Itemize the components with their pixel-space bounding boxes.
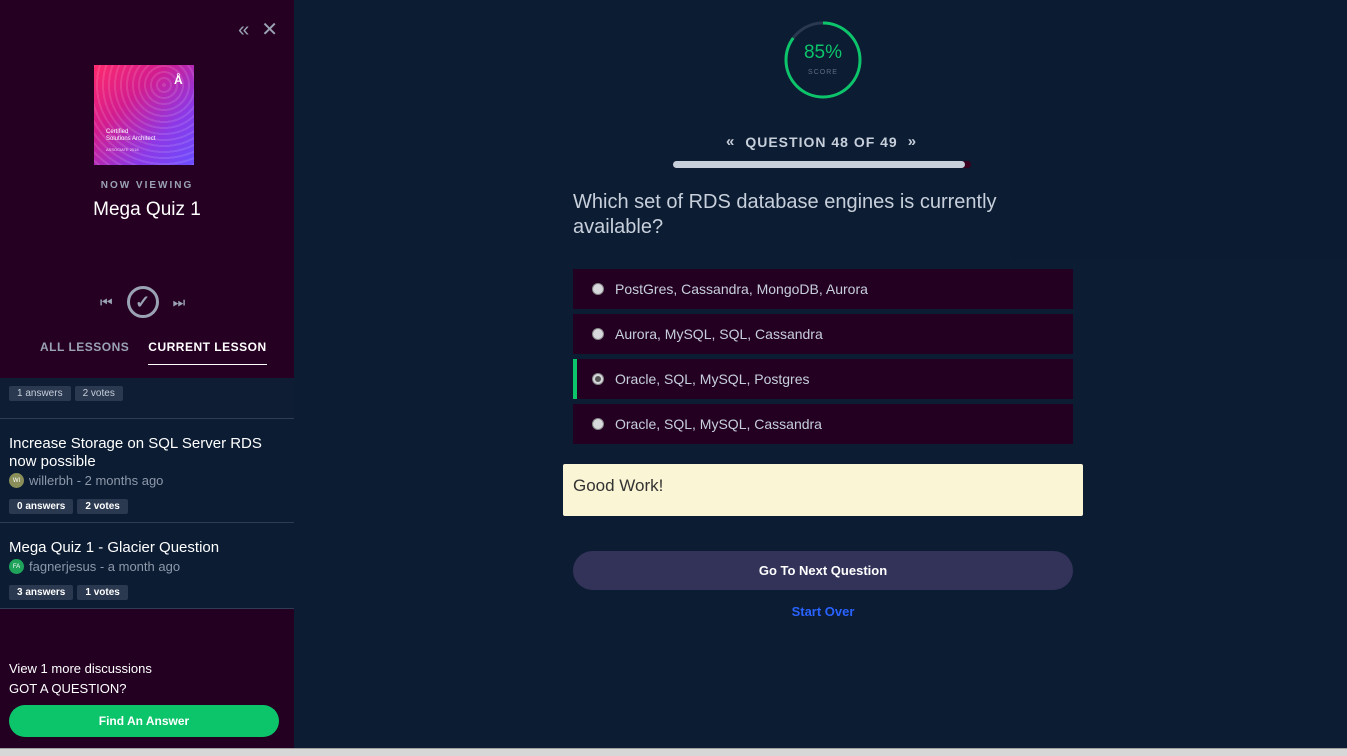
question-navigator: « QUESTION 48 OF 49 » xyxy=(726,133,917,150)
got-question-label: GOT A QUESTION? xyxy=(9,681,127,696)
discussion-badges: 3 answers 1 votes xyxy=(9,585,285,608)
answer-option-label: Oracle, SQL, MySQL, Cassandra xyxy=(615,416,822,432)
lesson-player-controls: ⏮ ✓ ⏭ xyxy=(100,286,185,318)
view-more-discussions-link[interactable]: View 1 more discussions xyxy=(9,661,285,676)
discussion-item[interactable]: Increase Storage on SQL Server RDS now p… xyxy=(0,419,294,523)
discussion-author[interactable]: willerbh - 2 months ago xyxy=(29,473,163,488)
answer-option[interactable]: Oracle, SQL, MySQL, Cassandra xyxy=(573,404,1073,444)
course-thumbnail-line1: Certified xyxy=(106,129,129,135)
background-panel xyxy=(1010,0,1347,260)
score-label: SCORE xyxy=(808,69,838,76)
discussion-meta: WI willerbh - 2 months ago xyxy=(9,473,285,488)
discussion-title: Mega Quiz 1 - Glacier Question xyxy=(9,539,220,556)
answer-option-label: Aurora, MySQL, SQL, Cassandra xyxy=(615,326,823,342)
discussion-time: - 2 months ago xyxy=(73,473,164,488)
previous-question-icon[interactable]: « xyxy=(726,133,735,150)
answers-word: answers xyxy=(22,587,66,598)
answers-badge: 1 answers xyxy=(9,386,71,401)
sidebar-top-icons: « ✕ xyxy=(238,20,278,40)
question-counter: QUESTION 48 OF 49 xyxy=(745,133,898,150)
close-icon[interactable]: ✕ xyxy=(261,20,278,40)
votes-badge: 2 votes xyxy=(77,499,128,514)
course-thumbnail: Å Certified Solutions Architect ASSOCIAT… xyxy=(94,65,194,165)
question-text: Which set of RDS database engines is cur… xyxy=(573,191,997,238)
now-viewing-label: NOW VIEWING xyxy=(100,180,194,191)
sidebar-footer: View 1 more discussions GOT A QUESTION? … xyxy=(0,639,294,748)
avatar: WI xyxy=(9,473,24,488)
radio-button[interactable] xyxy=(592,328,604,340)
next-question-icon[interactable]: » xyxy=(908,133,917,150)
answer-option-selected[interactable]: Oracle, SQL, MySQL, Postgres xyxy=(573,359,1073,399)
feedback-message: Good Work! xyxy=(563,464,1083,516)
discussion-list: 1 answers 2 votes Increase Storage on SQ… xyxy=(0,378,294,609)
skip-previous-icon[interactable]: ⏮ xyxy=(100,294,113,311)
answers-badge: 0 answers xyxy=(9,499,74,514)
lesson-title: Mega Quiz 1 xyxy=(93,199,201,220)
discussion-meta: FA fagnerjesus - a month ago xyxy=(9,559,285,574)
answer-option[interactable]: PostGres, Cassandra, MongoDB, Aurora xyxy=(573,269,1073,309)
votes-count: 2 votes xyxy=(85,501,120,512)
discussion-author[interactable]: fagnerjesus - a month ago xyxy=(29,559,180,574)
votes-count: 1 votes xyxy=(85,587,120,598)
votes-badge: 2 votes xyxy=(74,386,123,401)
answers-word: answers xyxy=(22,501,66,512)
answer-option[interactable]: Aurora, MySQL, SQL, Cassandra xyxy=(573,314,1073,354)
discussion-item[interactable]: Mega Quiz 1 - Glacier Question FA fagner… xyxy=(0,523,294,609)
discussion-badges: 0 answers 2 votes xyxy=(9,499,285,522)
radio-button[interactable] xyxy=(592,418,604,430)
votes-badge: 1 votes xyxy=(77,585,128,600)
tab-current-lesson[interactable]: CURRENT LESSON xyxy=(148,340,267,365)
discussion-item[interactable]: 1 answers 2 votes xyxy=(0,378,294,419)
quiz-progress-fill xyxy=(673,161,966,168)
discussion-time: - a month ago xyxy=(96,559,181,574)
course-thumbnail-line3: ASSOCIATE 2018 xyxy=(106,147,139,152)
next-question-button[interactable]: Go To Next Question xyxy=(573,551,1073,590)
skip-next-icon[interactable]: ⏭ xyxy=(173,294,186,311)
double-chevron-left-icon[interactable]: « xyxy=(238,20,249,40)
author-name: fagnerjesus xyxy=(29,559,97,574)
bottom-scrollbar[interactable] xyxy=(0,748,1347,756)
tab-all-lessons[interactable]: ALL LESSONS xyxy=(40,340,129,365)
sidebar: « ✕ Å Certified Solutions Architect ASSO… xyxy=(0,0,294,748)
score-value: 85% xyxy=(803,42,843,63)
answer-options: PostGres, Cassandra, MongoDB, Aurora Aur… xyxy=(573,269,1073,449)
quiz-main: 85% SCORE « QUESTION 48 OF 49 » Which se… xyxy=(294,0,1347,748)
start-over-link[interactable]: Start Over xyxy=(573,604,1073,619)
author-name: willerbh xyxy=(29,473,74,488)
course-thumbnail-line2: Solutions Architect xyxy=(106,136,156,142)
quiz-progress-bar xyxy=(673,161,971,168)
sidebar-header: « ✕ Å Certified Solutions Architect ASSO… xyxy=(0,0,294,380)
sidebar-tabs: ALL LESSONS CURRENT LESSON xyxy=(40,340,267,365)
avatar: FA xyxy=(9,559,24,574)
answers-badge: 3 answers xyxy=(9,585,74,600)
course-thumbnail-text: Certified Solutions Architect ASSOCIATE … xyxy=(106,129,155,153)
radio-button[interactable] xyxy=(592,373,604,385)
find-answer-button[interactable]: Find An Answer xyxy=(9,705,279,737)
complete-check-icon[interactable]: ✓ xyxy=(126,286,159,318)
answer-option-label: PostGres, Cassandra, MongoDB, Aurora xyxy=(615,281,868,297)
acloudguru-logo-icon: Å xyxy=(174,73,183,87)
answer-option-label: Oracle, SQL, MySQL, Postgres xyxy=(615,371,810,387)
score-ring: 85% SCORE xyxy=(783,20,863,100)
discussion-badges: 1 answers 2 votes xyxy=(9,386,285,409)
discussion-title: Increase Storage on SQL Server RDS now p… xyxy=(9,435,262,470)
radio-button[interactable] xyxy=(592,283,604,295)
